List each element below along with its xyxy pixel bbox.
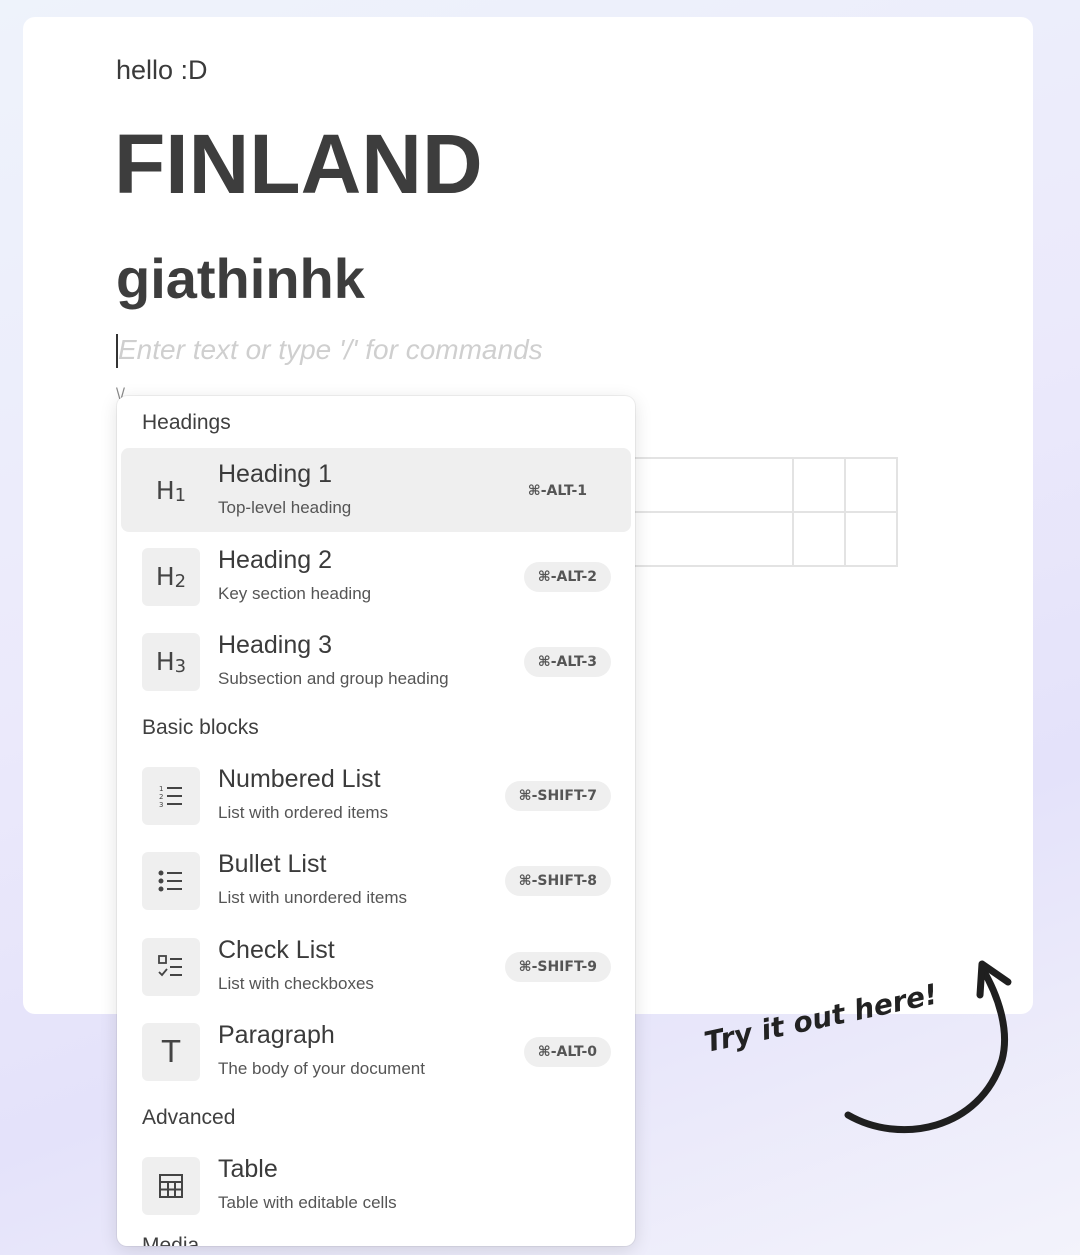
svg-text:3: 3: [159, 801, 163, 809]
item-title: Check List: [218, 936, 335, 964]
greeting-text[interactable]: hello :D: [116, 55, 208, 86]
item-subtitle: Top-level heading: [218, 498, 352, 517]
item-title: Heading 1: [218, 460, 332, 488]
numbered-list-icon: 1 2 3: [142, 767, 200, 825]
section-label-basic-blocks: Basic blocks: [142, 716, 259, 739]
slash-command-menu: Headings H1 Heading 1 Top-level heading …: [117, 396, 635, 1246]
menu-item-heading-1[interactable]: H1 Heading 1 Top-level heading ⌘-ALT-1: [121, 448, 631, 532]
item-title: Bullet List: [218, 850, 327, 878]
heading-finland[interactable]: FINLAND: [114, 116, 483, 213]
item-subtitle: Subsection and group heading: [218, 669, 449, 688]
table-icon: [142, 1157, 200, 1215]
table-cell[interactable]: [792, 457, 846, 513]
menu-item-heading-3[interactable]: H3 Heading 3 Subsection and group headin…: [121, 619, 631, 703]
shortcut-badge: ⌘-SHIFT-7: [504, 781, 611, 811]
item-subtitle: The body of your document: [218, 1059, 425, 1078]
item-subtitle: Key section heading: [218, 584, 372, 603]
svg-text:1: 1: [159, 785, 163, 793]
menu-item-table[interactable]: Table Table with editable cells: [121, 1143, 631, 1227]
item-title: Heading 3: [218, 631, 332, 659]
item-title: Table: [218, 1155, 278, 1183]
item-subtitle: List with checkboxes: [218, 974, 374, 993]
item-subtitle: Table with editable cells: [218, 1193, 397, 1212]
section-label-advanced: Advanced: [142, 1106, 236, 1129]
heading-2-icon: H2: [142, 548, 200, 606]
heading-1-icon: H1: [155, 476, 187, 506]
menu-item-check-list[interactable]: Check List List with checkboxes ⌘-SHIFT-…: [121, 924, 631, 1008]
heading-giathinhk[interactable]: giathinhk: [116, 246, 365, 311]
section-label-headings: Headings: [142, 411, 231, 434]
item-title: Paragraph: [218, 1021, 335, 1049]
item-title: Numbered List: [218, 765, 381, 793]
heading-3-icon: H3: [142, 633, 200, 691]
shortcut-badge: ⌘-SHIFT-9: [504, 952, 611, 982]
svg-text:2: 2: [159, 793, 163, 801]
bullet-list-icon: [142, 852, 200, 910]
menu-item-paragraph[interactable]: T Paragraph The body of your document ⌘-…: [121, 1009, 631, 1093]
curved-arrow-icon: [844, 960, 1012, 1134]
table-cell[interactable]: [844, 511, 898, 567]
shortcut-badge: ⌘-ALT-0: [523, 1037, 611, 1067]
shortcut-badge: ⌘-SHIFT-8: [504, 866, 611, 896]
item-subtitle: List with unordered items: [218, 888, 407, 907]
shortcut-badge: ⌘-ALT-1: [527, 483, 587, 499]
table-cell[interactable]: [792, 511, 846, 567]
shortcut-badge: ⌘-ALT-3: [523, 647, 611, 677]
table-cell[interactable]: [844, 457, 898, 513]
menu-item-heading-2[interactable]: H2 Heading 2 Key section heading ⌘-ALT-2: [121, 534, 631, 618]
editor-placeholder[interactable]: Enter text or type '/' for commands: [118, 334, 543, 366]
menu-item-numbered-list[interactable]: 1 2 3 Numbered List List with ordered it…: [121, 753, 631, 837]
shortcut-badge: ⌘-ALT-2: [523, 562, 611, 592]
section-label-media: Media: [142, 1234, 200, 1246]
menu-item-bullet-list[interactable]: Bullet List List with unordered items ⌘-…: [121, 838, 631, 922]
paragraph-icon: T: [142, 1023, 200, 1081]
item-subtitle: List with ordered items: [218, 803, 389, 822]
item-title: Heading 2: [218, 546, 332, 574]
check-list-icon: [142, 938, 200, 996]
